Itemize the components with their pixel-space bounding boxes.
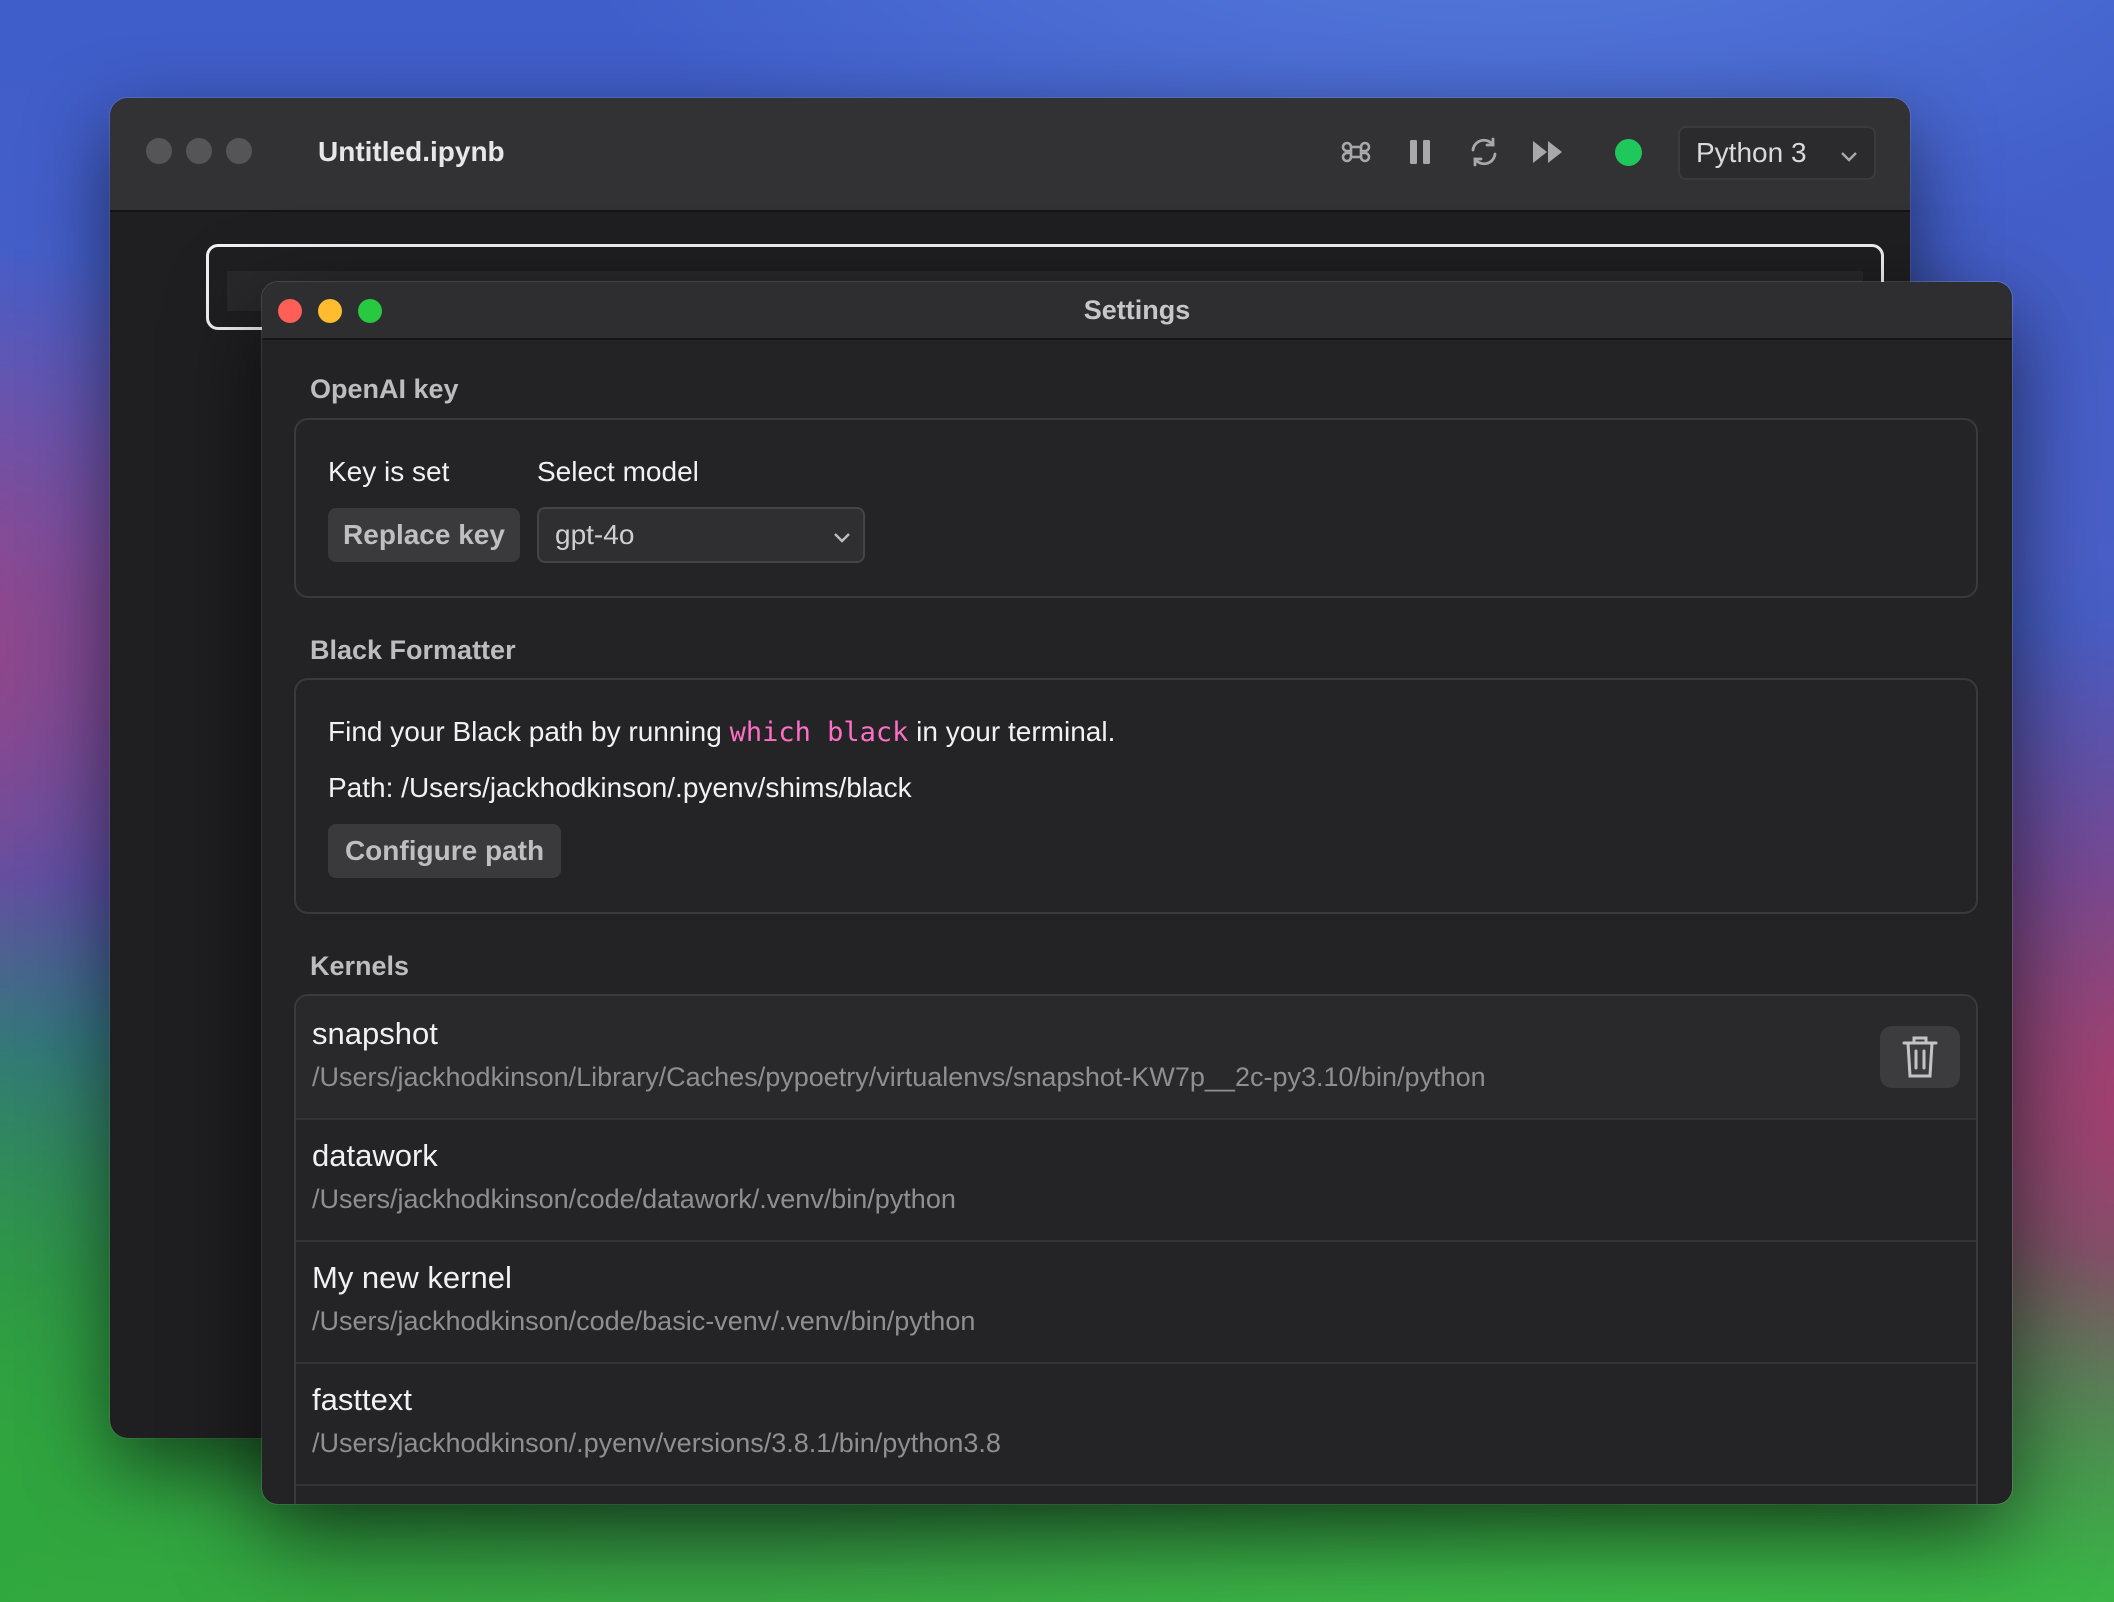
kernel-status-indicator (1615, 139, 1642, 166)
settings-titlebar: Settings (262, 282, 2012, 340)
replace-key-button[interactable]: Replace key (328, 508, 520, 562)
openai-panel: Key is set Select model Replace key gpt-… (294, 418, 1978, 598)
openai-section-title: OpenAI key (310, 374, 459, 404)
model-select-value: gpt-4o (555, 519, 635, 550)
kernel-name: datawork (312, 1138, 438, 1173)
key-status-label: Key is set (328, 456, 450, 487)
kernel-selector-label: Python 3 (1696, 137, 1807, 168)
command-icon[interactable] (1336, 132, 1376, 172)
chevron-down-icon (1838, 142, 1860, 174)
black-path: Path: /Users/jackhodkinson/.pyenv/shims/… (328, 772, 912, 803)
black-instruction: Find your Black path by running which bl… (328, 716, 1115, 748)
black-section-title: Black Formatter (310, 635, 516, 665)
kernel-name: My new kernel (312, 1260, 512, 1295)
zoom-button[interactable] (226, 138, 252, 164)
kernel-row[interactable]: fasttext /Users/jackhodkinson/.pyenv/ver… (296, 1362, 1976, 1486)
kernel-row[interactable]: snapshot /Users/jackhodkinson/Library/Ca… (296, 996, 1976, 1120)
black-instruction-code: which black (729, 717, 909, 748)
settings-title: Settings (1083, 295, 1191, 325)
trash-icon[interactable] (1880, 1026, 1960, 1088)
black-panel: Find your Black path by running which bl… (294, 678, 1978, 914)
restart-icon[interactable] (1464, 132, 1504, 172)
kernel-name: snapshot (312, 1016, 438, 1051)
model-select[interactable]: gpt-4o (537, 507, 865, 563)
settings-window: Settings OpenAI key Key is set Select mo… (262, 282, 2012, 1504)
model-label: Select model (537, 456, 699, 487)
kernel-selector[interactable]: Python 3 (1678, 126, 1876, 180)
notebook-titlebar: Untitled.ipynb Python 3 (110, 98, 1910, 212)
close-button[interactable] (146, 138, 172, 164)
kernel-path: /Users/jackhodkinson/Library/Caches/pypo… (312, 1062, 1486, 1092)
kernel-row[interactable]: My new kernel /Users/jackhodkinson/code/… (296, 1240, 1976, 1364)
run-all-icon[interactable] (1528, 132, 1568, 172)
configure-path-button[interactable]: Configure path (328, 824, 561, 878)
pause-icon[interactable] (1400, 132, 1440, 172)
kernel-path: /Users/jackhodkinson/code/basic-venv/.ve… (312, 1306, 976, 1336)
kernel-path: /Users/jackhodkinson/.pyenv/versions/3.8… (312, 1428, 1001, 1458)
black-instruction-prefix: Find your Black path by running (328, 716, 722, 747)
notebook-title: Untitled.ipynb (318, 136, 505, 167)
kernels-section-title: Kernels (310, 951, 410, 981)
black-instruction-suffix: in your terminal. (916, 716, 1116, 747)
kernel-list[interactable]: snapshot /Users/jackhodkinson/Library/Ca… (294, 994, 1978, 1504)
kernel-path: /Users/jackhodkinson/code/datawork/.venv… (312, 1184, 956, 1214)
kernel-row[interactable]: datawork /Users/jackhodkinson/code/dataw… (296, 1118, 1976, 1242)
kernel-name: fasttext (312, 1382, 412, 1417)
minimize-button[interactable] (186, 138, 212, 164)
chevron-down-icon (831, 523, 853, 555)
